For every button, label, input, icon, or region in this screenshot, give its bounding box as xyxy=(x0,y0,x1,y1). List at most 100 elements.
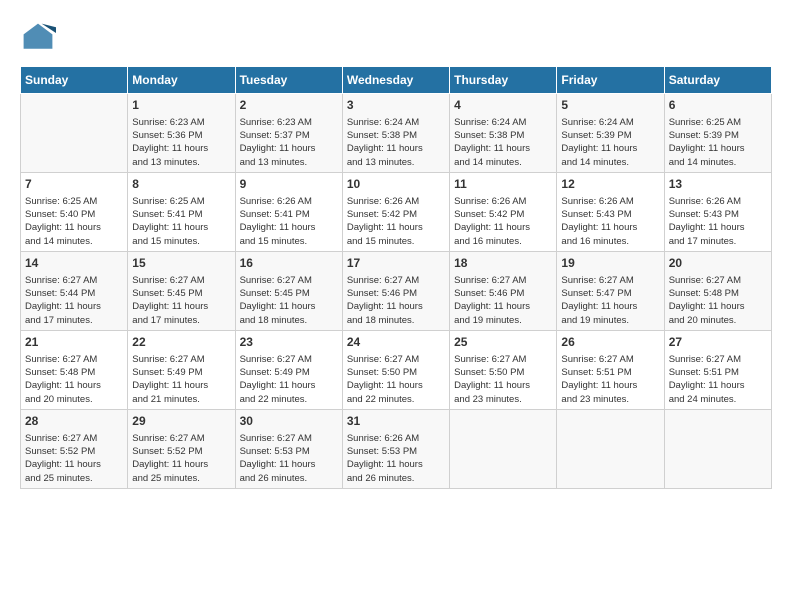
calendar-cell: 9Sunrise: 6:26 AM Sunset: 5:41 PM Daylig… xyxy=(235,172,342,251)
day-info: Sunrise: 6:27 AM Sunset: 5:49 PM Dayligh… xyxy=(132,353,230,406)
day-info: Sunrise: 6:27 AM Sunset: 5:45 PM Dayligh… xyxy=(132,274,230,327)
day-number: 23 xyxy=(240,334,338,351)
day-info: Sunrise: 6:27 AM Sunset: 5:53 PM Dayligh… xyxy=(240,432,338,485)
calendar-cell: 4 Sunrise: 6:24 AM Sunset: 5:38 PM Daylig… xyxy=(450,94,557,173)
weekday-header-monday: Monday xyxy=(128,67,235,94)
day-number: 9 xyxy=(240,176,338,193)
day-number: 6 xyxy=(669,97,767,114)
day-info: Sunrise: 6:27 AM Sunset: 5:45 PM Dayligh… xyxy=(240,274,338,327)
day-info: Sunrise: 6:27 AM Sunset: 5:49 PM Dayligh… xyxy=(240,353,338,406)
calendar-cell: 23 Sunrise: 6:27 AM Sunset: 5:49 PM Dayli… xyxy=(235,330,342,409)
day-number: 19 xyxy=(561,255,659,272)
day-number: 25 xyxy=(454,334,552,351)
day-info: Sunrise: 6:25 AM Sunset: 5:40 PM Dayligh… xyxy=(25,195,123,248)
logo-icon xyxy=(20,20,56,56)
calendar-cell: 3 Sunrise: 6:24 AM Sunset: 5:38 PM Daylig… xyxy=(342,94,449,173)
day-number: 11 xyxy=(454,176,552,193)
calendar-cell: 22 Sunrise: 6:27 AM Sunset: 5:49 PM Dayli… xyxy=(128,330,235,409)
week-row-2: 7 Sunrise: 6:25 AM Sunset: 5:40 PM Daylig… xyxy=(21,172,772,251)
logo xyxy=(20,20,60,56)
day-number: 7 xyxy=(25,176,123,193)
day-info: Sunrise: 6:24 AM Sunset: 5:38 PM Dayligh… xyxy=(454,116,552,169)
calendar-cell xyxy=(21,94,128,173)
calendar-cell: 6 Sunrise: 6:25 AM Sunset: 5:39 PM Daylig… xyxy=(664,94,771,173)
day-info: Sunrise: 6:26 AM Sunset: 5:43 PM Dayligh… xyxy=(561,195,659,248)
calendar-cell: 2 Sunrise: 6:23 AM Sunset: 5:37 PM Daylig… xyxy=(235,94,342,173)
day-info: Sunrise: 6:27 AM Sunset: 5:44 PM Dayligh… xyxy=(25,274,123,327)
day-info: Sunrise: 6:25 AM Sunset: 5:41 PM Dayligh… xyxy=(132,195,230,248)
day-number: 16 xyxy=(240,255,338,272)
day-info: Sunrise: 6:27 AM Sunset: 5:52 PM Dayligh… xyxy=(25,432,123,485)
week-row-1: 1Sunrise: 6:23 AM Sunset: 5:36 PM Daylig… xyxy=(21,94,772,173)
day-number: 5 xyxy=(561,97,659,114)
calendar-table: SundayMondayTuesdayWednesdayThursdayFrid… xyxy=(20,66,772,489)
day-number: 2 xyxy=(240,97,338,114)
day-info: Sunrise: 6:27 AM Sunset: 5:46 PM Dayligh… xyxy=(454,274,552,327)
day-number: 14 xyxy=(25,255,123,272)
weekday-header-row: SundayMondayTuesdayWednesdayThursdayFrid… xyxy=(21,67,772,94)
day-number: 4 xyxy=(454,97,552,114)
day-number: 18 xyxy=(454,255,552,272)
calendar-cell xyxy=(450,409,557,488)
day-number: 31 xyxy=(347,413,445,430)
calendar-cell: 20 Sunrise: 6:27 AM Sunset: 5:48 PM Dayli… xyxy=(664,251,771,330)
weekday-header-sunday: Sunday xyxy=(21,67,128,94)
week-row-3: 14 Sunrise: 6:27 AM Sunset: 5:44 PM Dayli… xyxy=(21,251,772,330)
day-info: Sunrise: 6:27 AM Sunset: 5:48 PM Dayligh… xyxy=(669,274,767,327)
calendar-cell xyxy=(557,409,664,488)
calendar-cell: 21 Sunrise: 6:27 AM Sunset: 5:48 PM Dayli… xyxy=(21,330,128,409)
day-number: 26 xyxy=(561,334,659,351)
weekday-header-tuesday: Tuesday xyxy=(235,67,342,94)
day-number: 15 xyxy=(132,255,230,272)
day-info: Sunrise: 6:26 AM Sunset: 5:42 PM Dayligh… xyxy=(347,195,445,248)
day-number: 17 xyxy=(347,255,445,272)
calendar-cell: 29Sunrise: 6:27 AM Sunset: 5:52 PM Dayli… xyxy=(128,409,235,488)
calendar-cell: 15 Sunrise: 6:27 AM Sunset: 5:45 PM Dayli… xyxy=(128,251,235,330)
calendar-cell: 16 Sunrise: 6:27 AM Sunset: 5:45 PM Dayli… xyxy=(235,251,342,330)
day-info: Sunrise: 6:27 AM Sunset: 5:51 PM Dayligh… xyxy=(561,353,659,406)
day-info: Sunrise: 6:24 AM Sunset: 5:39 PM Dayligh… xyxy=(561,116,659,169)
calendar-cell: 17 Sunrise: 6:27 AM Sunset: 5:46 PM Dayli… xyxy=(342,251,449,330)
day-info: Sunrise: 6:26 AM Sunset: 5:42 PM Dayligh… xyxy=(454,195,552,248)
day-number: 28 xyxy=(25,413,123,430)
day-info: Sunrise: 6:26 AM Sunset: 5:53 PM Dayligh… xyxy=(347,432,445,485)
day-info: Sunrise: 6:27 AM Sunset: 5:46 PM Dayligh… xyxy=(347,274,445,327)
calendar-cell: 1Sunrise: 6:23 AM Sunset: 5:36 PM Daylig… xyxy=(128,94,235,173)
day-info: Sunrise: 6:23 AM Sunset: 5:36 PM Dayligh… xyxy=(132,116,230,169)
calendar-cell: 13 Sunrise: 6:26 AM Sunset: 5:43 PM Dayli… xyxy=(664,172,771,251)
day-info: Sunrise: 6:23 AM Sunset: 5:37 PM Dayligh… xyxy=(240,116,338,169)
calendar-cell: 26 Sunrise: 6:27 AM Sunset: 5:51 PM Dayli… xyxy=(557,330,664,409)
calendar-cell: 19 Sunrise: 6:27 AM Sunset: 5:47 PM Dayli… xyxy=(557,251,664,330)
day-number: 21 xyxy=(25,334,123,351)
calendar-cell: 18 Sunrise: 6:27 AM Sunset: 5:46 PM Dayli… xyxy=(450,251,557,330)
calendar-cell: 24Sunrise: 6:27 AM Sunset: 5:50 PM Dayli… xyxy=(342,330,449,409)
day-info: Sunrise: 6:27 AM Sunset: 5:47 PM Dayligh… xyxy=(561,274,659,327)
day-info: Sunrise: 6:26 AM Sunset: 5:43 PM Dayligh… xyxy=(669,195,767,248)
day-number: 12 xyxy=(561,176,659,193)
calendar-cell: 31 Sunrise: 6:26 AM Sunset: 5:53 PM Dayli… xyxy=(342,409,449,488)
week-row-5: 28 Sunrise: 6:27 AM Sunset: 5:52 PM Dayli… xyxy=(21,409,772,488)
day-info: Sunrise: 6:27 AM Sunset: 5:50 PM Dayligh… xyxy=(347,353,445,406)
calendar-cell: 14 Sunrise: 6:27 AM Sunset: 5:44 PM Dayli… xyxy=(21,251,128,330)
day-info: Sunrise: 6:27 AM Sunset: 5:51 PM Dayligh… xyxy=(669,353,767,406)
day-number: 22 xyxy=(132,334,230,351)
page-header xyxy=(20,20,772,56)
calendar-cell: 11 Sunrise: 6:26 AM Sunset: 5:42 PM Dayli… xyxy=(450,172,557,251)
day-number: 3 xyxy=(347,97,445,114)
day-number: 20 xyxy=(669,255,767,272)
calendar-cell: 28 Sunrise: 6:27 AM Sunset: 5:52 PM Dayli… xyxy=(21,409,128,488)
calendar-cell: 7 Sunrise: 6:25 AM Sunset: 5:40 PM Daylig… xyxy=(21,172,128,251)
calendar-cell: 30Sunrise: 6:27 AM Sunset: 5:53 PM Dayli… xyxy=(235,409,342,488)
day-info: Sunrise: 6:27 AM Sunset: 5:48 PM Dayligh… xyxy=(25,353,123,406)
day-number: 13 xyxy=(669,176,767,193)
calendar-cell: 27Sunrise: 6:27 AM Sunset: 5:51 PM Dayli… xyxy=(664,330,771,409)
weekday-header-friday: Friday xyxy=(557,67,664,94)
calendar-cell: 12 Sunrise: 6:26 AM Sunset: 5:43 PM Dayli… xyxy=(557,172,664,251)
day-info: Sunrise: 6:24 AM Sunset: 5:38 PM Dayligh… xyxy=(347,116,445,169)
calendar-cell xyxy=(664,409,771,488)
calendar-cell: 8Sunrise: 6:25 AM Sunset: 5:41 PM Daylig… xyxy=(128,172,235,251)
weekday-header-thursday: Thursday xyxy=(450,67,557,94)
day-info: Sunrise: 6:25 AM Sunset: 5:39 PM Dayligh… xyxy=(669,116,767,169)
week-row-4: 21 Sunrise: 6:27 AM Sunset: 5:48 PM Dayli… xyxy=(21,330,772,409)
weekday-header-wednesday: Wednesday xyxy=(342,67,449,94)
